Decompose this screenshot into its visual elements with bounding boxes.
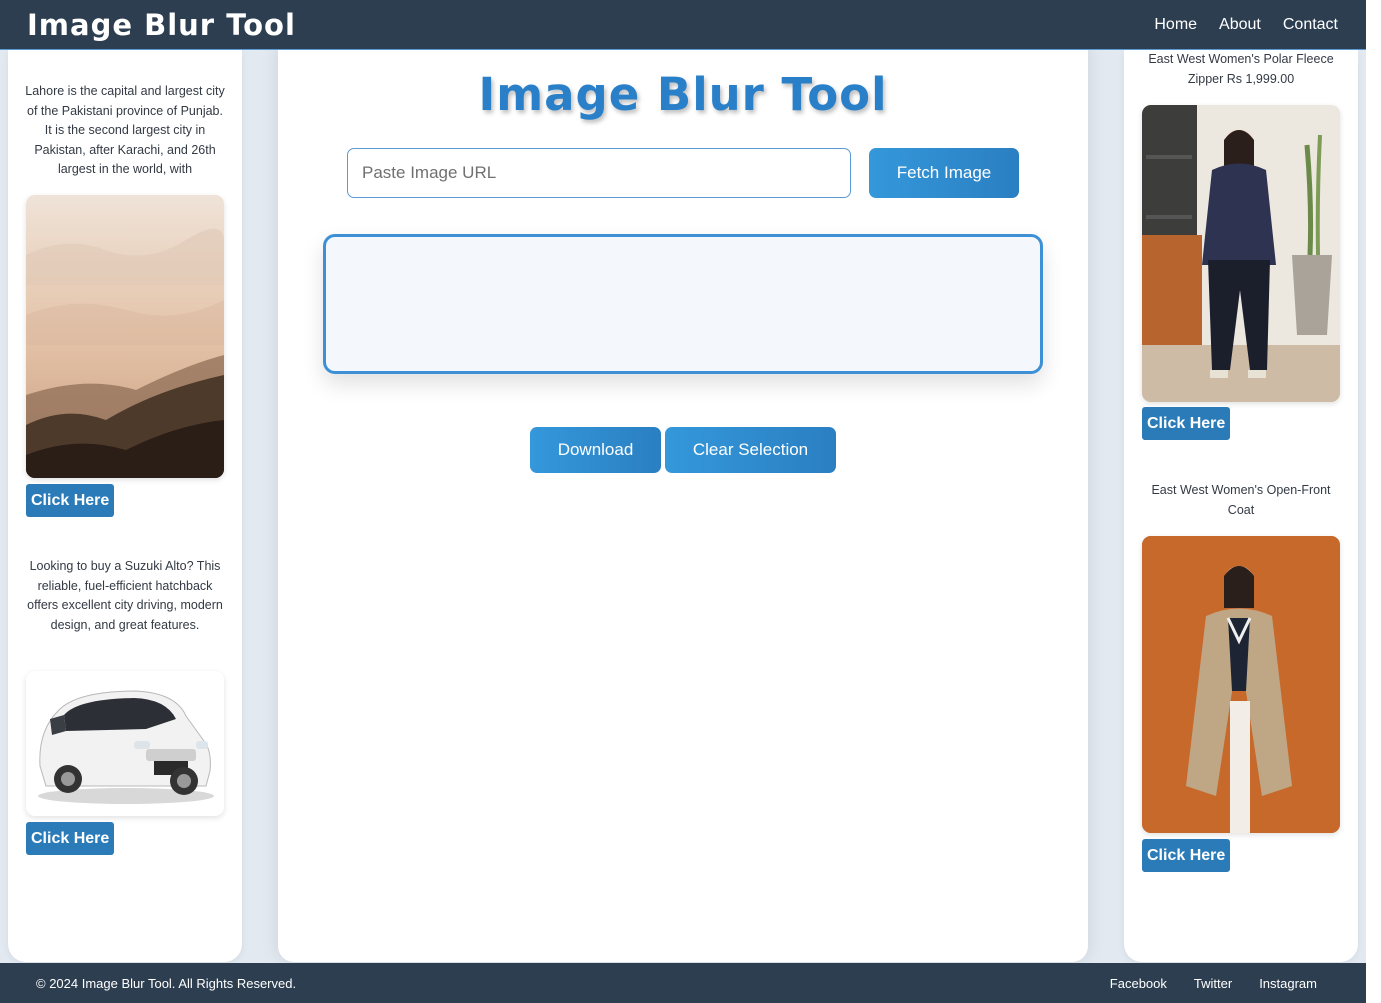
- ad-lahore-text: Lahore is the capital and largest city o…: [25, 84, 225, 176]
- clear-selection-button[interactable]: Clear Selection: [665, 427, 836, 473]
- footer-facebook-link[interactable]: Facebook: [1110, 976, 1167, 991]
- nav-contact-link[interactable]: Contact: [1283, 16, 1338, 34]
- right-ad-sidebar: East West Women's Polar Fleece Zipper Rs…: [1124, 50, 1358, 962]
- open-front-coat-image[interactable]: [1142, 536, 1340, 833]
- copyright-text: © 2024 Image Blur Tool. All Rights Reser…: [36, 975, 297, 991]
- main-panel: Image Blur Tool Fetch Image Download Cle…: [278, 46, 1088, 962]
- image-url-input[interactable]: [347, 148, 851, 198]
- ad-coat-click-button[interactable]: Click Here: [1142, 839, 1231, 872]
- suzuki-alto-image[interactable]: [26, 671, 224, 816]
- footer-social-links: Facebook Twitter Instagram: [1110, 976, 1317, 991]
- site-footer: © 2024 Image Blur Tool. All Rights Reser…: [0, 963, 1366, 1003]
- fetch-image-button[interactable]: Fetch Image: [869, 148, 1019, 198]
- brand-logo-text[interactable]: Image Blur Tool: [27, 8, 296, 42]
- footer-twitter-link[interactable]: Twitter: [1194, 976, 1232, 991]
- ad-lahore-click-button[interactable]: Click Here: [26, 484, 115, 517]
- nav-about-link[interactable]: About: [1219, 16, 1261, 34]
- main-nav: Home About Contact: [1154, 16, 1338, 34]
- mountain-landscape-graphic: [26, 195, 224, 478]
- car-graphic: [38, 690, 214, 804]
- ad-fleece-text: East West Women's Polar Fleece Zipper Rs…: [1148, 52, 1334, 86]
- download-button[interactable]: Download: [530, 427, 661, 473]
- left-ad-sidebar: Lahore is the capital and largest city o…: [8, 50, 242, 962]
- ad-suzuki-text: Looking to buy a Suzuki Alto? This relia…: [27, 559, 223, 632]
- mountain-mist-image[interactable]: [26, 195, 224, 478]
- ad-suzuki-click-button[interactable]: Click Here: [26, 822, 115, 855]
- image-canvas-area[interactable]: [323, 234, 1043, 374]
- nav-home-link[interactable]: Home: [1154, 16, 1197, 34]
- fleece-jacket-image[interactable]: [1142, 105, 1340, 402]
- ad-fleece-click-button[interactable]: Click Here: [1142, 407, 1231, 440]
- ad-coat-text: East West Women's Open-Front Coat: [1151, 483, 1331, 517]
- footer-instagram-link[interactable]: Instagram: [1259, 976, 1317, 991]
- page-title: Image Blur Tool: [478, 68, 888, 121]
- woman-coat-graphic: [1142, 536, 1340, 833]
- top-navbar: Image Blur Tool Home About Contact: [0, 0, 1366, 50]
- woman-fleece-graphic: [1142, 105, 1340, 402]
